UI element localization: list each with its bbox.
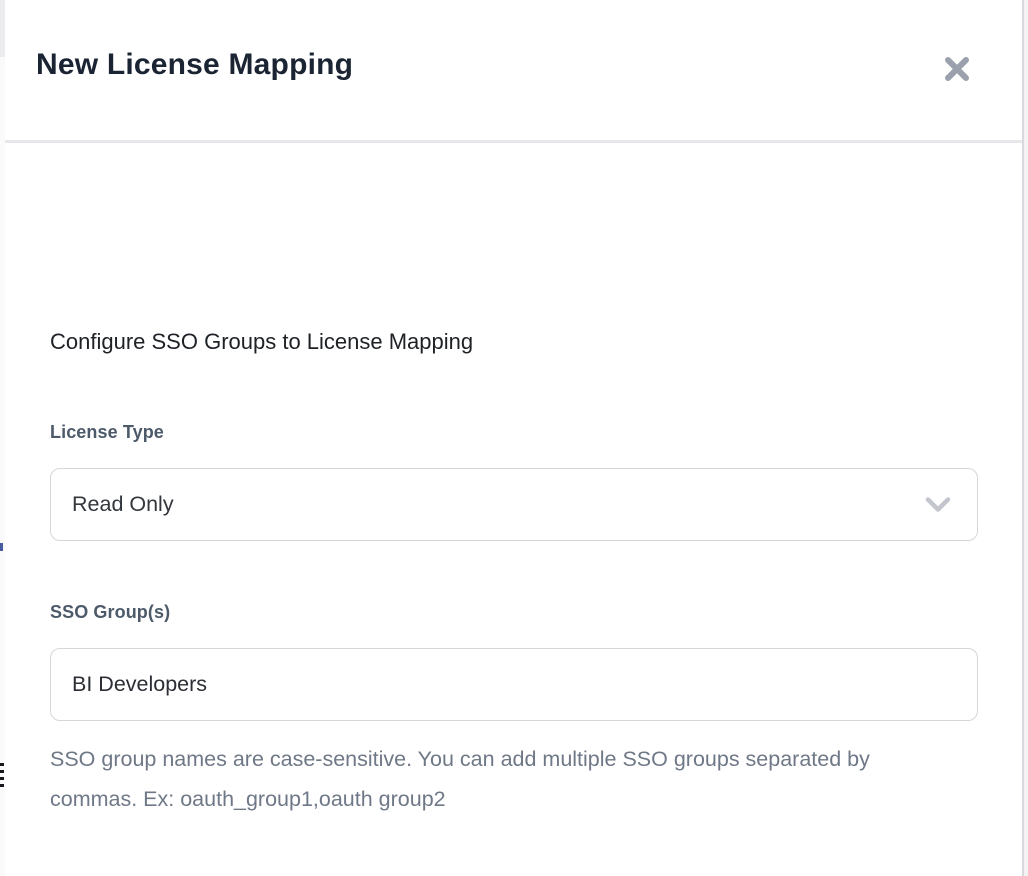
background-content-fragment xyxy=(0,543,3,551)
new-license-mapping-dialog: New License Mapping Configure SSO Groups… xyxy=(5,0,1022,876)
close-button[interactable] xyxy=(939,52,975,88)
license-type-label: License Type xyxy=(50,422,164,443)
sso-groups-help-text: SSO group names are case-sensitive. You … xyxy=(50,739,872,819)
dialog-description: Configure SSO Groups to License Mapping xyxy=(50,329,473,355)
chevron-down-icon xyxy=(925,497,951,513)
background-page-right-sliver xyxy=(1022,0,1028,876)
license-type-select[interactable]: Read Only xyxy=(50,468,978,541)
sso-groups-field-wrap xyxy=(50,648,978,721)
sso-groups-label: SSO Group(s) xyxy=(50,602,170,623)
license-type-selected-value: Read Only xyxy=(51,492,174,517)
close-icon xyxy=(942,54,972,87)
dialog-header: New License Mapping xyxy=(5,0,1022,143)
dialog-title: New License Mapping xyxy=(36,48,353,82)
sso-groups-input[interactable] xyxy=(51,649,977,720)
screen: New License Mapping Configure SSO Groups… xyxy=(0,0,1028,876)
